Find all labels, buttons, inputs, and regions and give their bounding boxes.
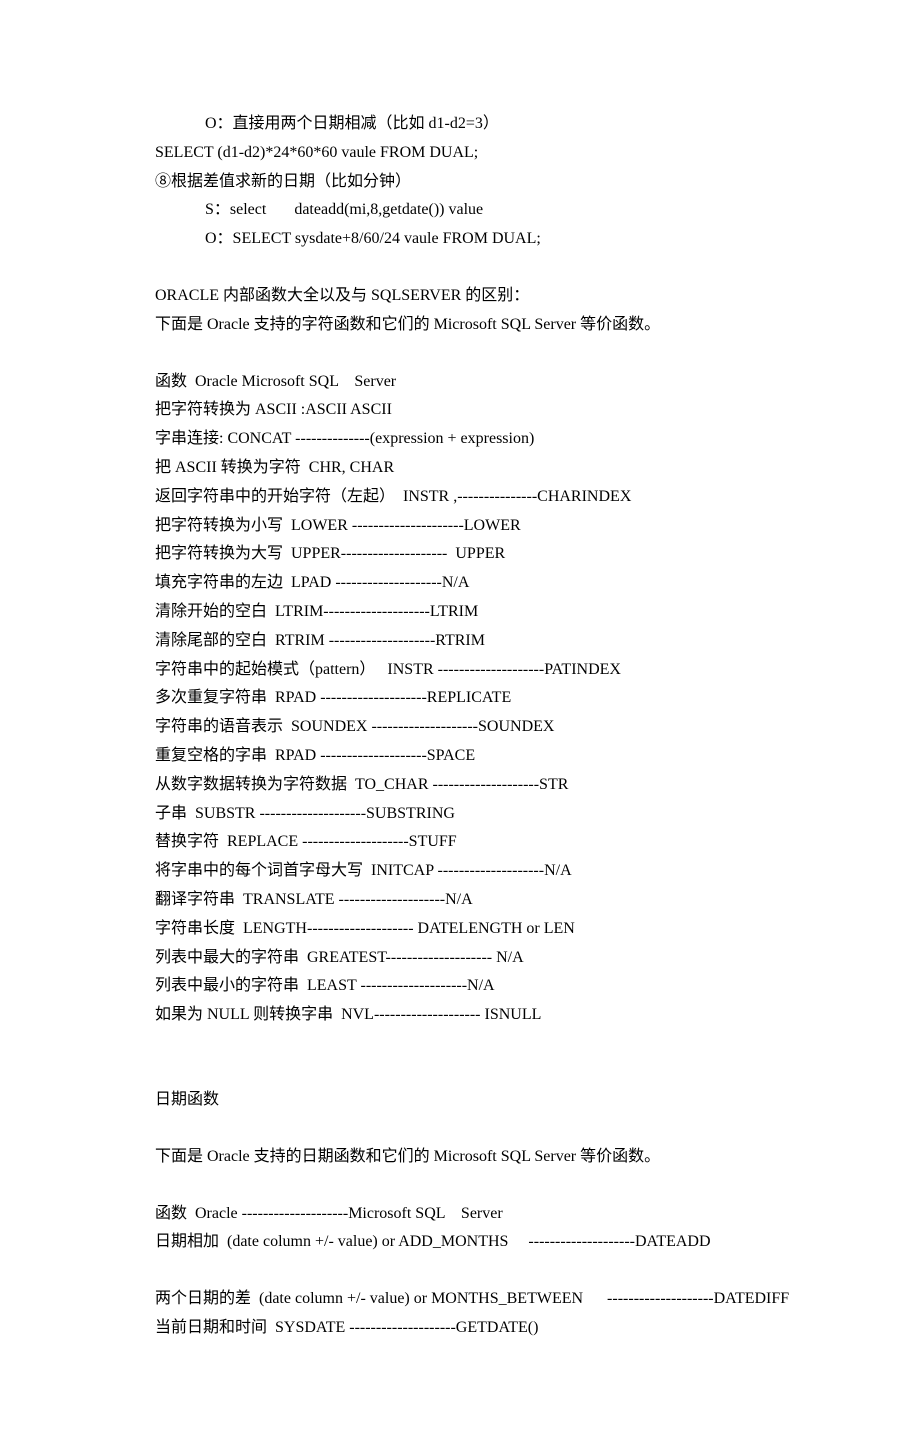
text-line: 把字符转换为 ASCII :ASCII ASCII (155, 396, 770, 425)
text-line: 把 ASCII 转换为字符 CHR, CHAR (155, 454, 770, 483)
text-line: 如果为 NULL 则转换字串 NVL-------------------- I… (155, 1001, 770, 1030)
text-line: 字符串中的起始模式（pattern） INSTR ---------------… (155, 656, 770, 685)
text-line: S：select dateadd(mi,8,getdate()) value (155, 196, 770, 225)
text-line: 函数 Oracle --------------------Microsoft … (155, 1200, 770, 1229)
text-line: 返回字符串中的开始字符（左起） INSTR ,---------------CH… (155, 483, 770, 512)
text-line: 列表中最大的字符串 GREATEST-------------------- N… (155, 944, 770, 973)
text-line: O：直接用两个日期相减（比如 d1-d2=3） (155, 110, 770, 139)
text-line: ⑧根据差值求新的日期（比如分钟） (155, 168, 770, 197)
section-heading: 日期函数 (155, 1086, 770, 1115)
text-line: ORACLE 内部函数大全以及与 SQLSERVER 的区别： (155, 282, 770, 311)
text-line: 填充字符串的左边 LPAD --------------------N/A (155, 569, 770, 598)
text-line: 把字符转换为大写 UPPER-------------------- UPPER (155, 540, 770, 569)
text-line: 翻译字符串 TRANSLATE --------------------N/A (155, 886, 770, 915)
text-line: 函数 Oracle Microsoft SQL Server (155, 368, 770, 397)
text-line: 日期相加 (date column +/- value) or ADD_MONT… (155, 1228, 770, 1257)
text-line: 将字串中的每个词首字母大写 INITCAP ------------------… (155, 857, 770, 886)
text-line: 两个日期的差 (date column +/- value) or MONTHS… (155, 1285, 770, 1314)
text-line: 清除开始的空白 LTRIM--------------------LTRIM (155, 598, 770, 627)
text-line: 多次重复字符串 RPAD --------------------REPLICA… (155, 684, 770, 713)
text-line: 下面是 Oracle 支持的字符函数和它们的 Microsoft SQL Ser… (155, 311, 770, 340)
text-line: 从数字数据转换为字符数据 TO_CHAR -------------------… (155, 771, 770, 800)
text-line: 下面是 Oracle 支持的日期函数和它们的 Microsoft SQL Ser… (155, 1143, 770, 1172)
text-line: 字符串长度 LENGTH-------------------- DATELEN… (155, 915, 770, 944)
text-line: 字串连接: CONCAT --------------(expression +… (155, 425, 770, 454)
text-line: 子串 SUBSTR --------------------SUBSTRING (155, 800, 770, 829)
text-line: SELECT (d1-d2)*24*60*60 vaule FROM DUAL; (155, 139, 770, 168)
text-line: 清除尾部的空白 RTRIM --------------------RTRIM (155, 627, 770, 656)
text-line: 当前日期和时间 SYSDATE --------------------GETD… (155, 1314, 770, 1343)
text-line: 把字符转换为小写 LOWER ---------------------LOWE… (155, 512, 770, 541)
text-line: 替换字符 REPLACE --------------------STUFF (155, 828, 770, 857)
text-line: 重复空格的字串 RPAD --------------------SPACE (155, 742, 770, 771)
text-line: 列表中最小的字符串 LEAST --------------------N/A (155, 972, 770, 1001)
text-line: O：SELECT sysdate+8/60/24 vaule FROM DUAL… (155, 225, 770, 254)
text-line: 字符串的语音表示 SOUNDEX --------------------SOU… (155, 713, 770, 742)
